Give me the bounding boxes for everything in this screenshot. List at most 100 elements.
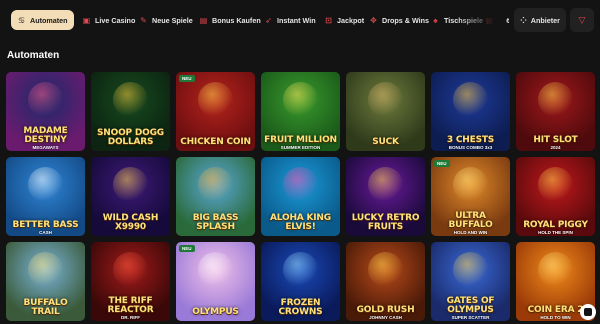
tab-live-casino[interactable]: ▣ Live Casino <box>76 10 141 30</box>
game-character-art <box>28 252 63 287</box>
game-title: Lucky Retro Fruits <box>351 213 420 232</box>
game-tile[interactable]: Aloha King Elvis! <box>261 157 340 236</box>
game-tile[interactable]: Madame Destiny MEGAWAYS <box>6 72 85 151</box>
scroll-fade <box>456 0 506 38</box>
game-title: Gold Rush <box>356 305 415 315</box>
game-title: Better Bass <box>12 220 79 230</box>
game-character-art <box>113 252 148 287</box>
game-title: Royal Piggy <box>523 220 588 230</box>
tab-label: Neue Spiele <box>152 15 193 25</box>
game-title: Wild Cash X9990 <box>102 213 159 232</box>
game-subtitle: MEGAWAYS <box>32 145 59 150</box>
game-character-art <box>453 167 488 202</box>
game-title: Olympus <box>192 307 239 317</box>
game-character-art <box>538 252 573 287</box>
game-tile[interactable]: Hit Slot 2024 <box>516 72 595 151</box>
game-tile[interactable]: NEU Ultra Buffalo HOLD AND WIN <box>431 157 510 236</box>
drops-icon: ✥ <box>370 15 377 25</box>
filter-button[interactable]: ▽ <box>570 8 594 32</box>
tab-label: Bonus Kaufen <box>212 15 261 25</box>
game-title: Chicken Coin <box>180 137 251 147</box>
category-bar: ♋ Automaten ▣ Live Casino ✎ Neue Spiele … <box>0 0 600 38</box>
game-tile[interactable]: Frozen Crowns <box>261 242 340 321</box>
game-subtitle: CASH <box>39 230 52 235</box>
tab-automaten[interactable]: ♋ Automaten <box>11 10 74 30</box>
filter-icon: ▽ <box>578 14 586 25</box>
chat-button[interactable] <box>580 304 596 320</box>
game-title: Hit Slot <box>533 135 578 145</box>
game-title: Big Bass Splash <box>192 213 239 232</box>
game-subtitle: 2024 <box>550 145 561 150</box>
tab-instant-win[interactable]: ➶ Instant Win <box>258 10 322 30</box>
game-tile[interactable]: Wild Cash X9990 <box>91 157 170 236</box>
game-title: The Riff Reactor <box>107 296 154 315</box>
game-tile[interactable]: 3 Chests BONUS COMBO 3x3 <box>431 72 510 151</box>
game-title: 3 Chests <box>446 135 495 145</box>
game-subtitle: BONUS COMBO 3x3 <box>448 145 493 150</box>
game-tile[interactable]: NEU Chicken Coin <box>176 72 255 151</box>
tab-label: Jackpot <box>337 15 365 25</box>
game-character-art <box>28 167 63 202</box>
game-character-art <box>368 167 403 202</box>
game-subtitle: HOLD AND WIN <box>453 230 488 235</box>
new-badge: NEU <box>179 245 195 252</box>
provider-button[interactable]: ⁘ Anbieter <box>514 8 566 32</box>
game-subtitle: DR. RIFF <box>121 315 140 320</box>
tab-label: Instant Win <box>277 15 316 25</box>
game-subtitle: JOHNNY CASH <box>369 315 402 320</box>
chat-icon <box>584 308 592 316</box>
game-tile[interactable]: NEU Olympus <box>176 242 255 321</box>
game-character-art <box>113 82 148 117</box>
game-tile[interactable]: Better Bass CASH <box>6 157 85 236</box>
game-subtitle: SUMMER EDITION <box>280 145 321 150</box>
new-icon: ✎ <box>140 15 147 25</box>
tab-bonus-kaufen[interactable]: ▤ Bonus Kaufen <box>193 10 267 30</box>
game-tile[interactable]: The Riff Reactor DR. RIFF <box>91 242 170 321</box>
game-character-art <box>453 252 488 287</box>
cherries-icon: ♋ <box>17 15 26 25</box>
rocket-icon: ➶ <box>265 15 272 25</box>
game-tile[interactable]: Royal Piggy HOLD THE SPIN <box>516 157 595 236</box>
live-icon: ▣ <box>82 15 91 25</box>
game-character-art <box>283 167 318 202</box>
tab-neue-spiele[interactable]: ✎ Neue Spiele <box>133 10 199 30</box>
game-title: Frozen Crowns <box>278 298 323 317</box>
game-tile[interactable]: Fruit Million SUMMER EDITION <box>261 72 340 151</box>
game-title: Ultra Buffalo <box>448 211 493 230</box>
grid-icon: ⁘ <box>520 15 527 25</box>
game-title: Snoop Dogg Dollars <box>97 128 164 147</box>
game-character-art <box>283 252 318 287</box>
jackpot-icon: ⊡ <box>325 15 332 25</box>
game-tile[interactable]: Gates of Olympus SUPER SCATTER <box>431 242 510 321</box>
game-tile[interactable]: Big Bass Splash <box>176 157 255 236</box>
game-character-art <box>198 82 233 117</box>
game-title: Suck <box>372 137 399 147</box>
tab-label: Automaten <box>30 15 68 25</box>
game-tile[interactable]: Snoop Dogg Dollars <box>91 72 170 151</box>
game-character-art <box>113 167 148 202</box>
tab-label: Live Casino <box>95 15 136 25</box>
game-tile[interactable]: Gold Rush JOHNNY CASH <box>346 242 425 321</box>
cards-icon: ♠ <box>433 15 438 25</box>
section-title: Automaten <box>7 50 60 61</box>
game-character-art <box>198 252 233 287</box>
game-character-art <box>198 167 233 202</box>
new-badge: NEU <box>434 160 450 167</box>
bonus-icon: ▤ <box>199 15 208 25</box>
tab-label: Drops & Wins <box>382 15 430 25</box>
game-character-art <box>368 252 403 287</box>
game-subtitle: SUPER SCATTER <box>451 315 490 320</box>
game-title: Buffalo Trail <box>23 298 68 317</box>
game-character-art <box>538 167 573 202</box>
game-character-art <box>453 82 488 117</box>
game-tile[interactable]: Lucky Retro Fruits <box>346 157 425 236</box>
game-character-art <box>283 82 318 117</box>
game-subtitle: HOLD THE SPIN <box>538 230 573 235</box>
game-character-art <box>538 82 573 117</box>
game-title: Fruit Million <box>264 135 337 145</box>
game-character-art <box>368 82 403 117</box>
game-tile[interactable]: Suck <box>346 72 425 151</box>
provider-label: Anbieter <box>530 15 560 25</box>
game-tile[interactable]: Buffalo Trail <box>6 242 85 321</box>
game-title: Gates of Olympus <box>446 296 495 315</box>
